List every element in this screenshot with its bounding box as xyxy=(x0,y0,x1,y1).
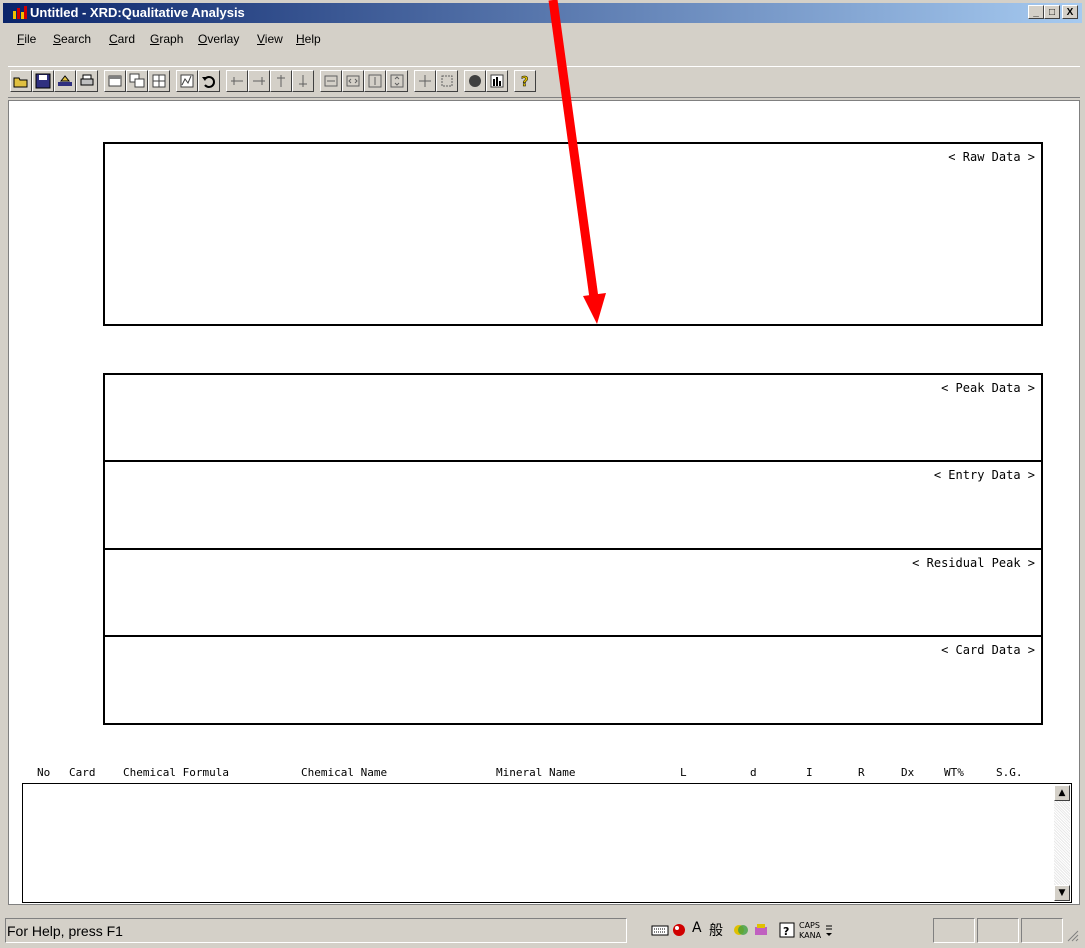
result-list[interactable]: ▲ ▼ xyxy=(22,783,1072,903)
entry-data-label: < Entry Data > xyxy=(933,468,1035,482)
card-data-panel[interactable]: < Card Data > xyxy=(103,635,1043,725)
status-pane-cap xyxy=(933,918,975,943)
tile-icon[interactable] xyxy=(148,70,170,92)
menu-view[interactable]: View xyxy=(257,32,283,46)
window-icon[interactable] xyxy=(104,70,126,92)
print-icon[interactable] xyxy=(76,70,98,92)
peak-up-icon[interactable] xyxy=(270,70,292,92)
ime-toggle-icon[interactable] xyxy=(671,922,687,938)
col-r[interactable]: R xyxy=(858,766,865,779)
shrink-x-icon[interactable] xyxy=(342,70,364,92)
menu-overlay[interactable]: Overlay xyxy=(198,32,239,46)
col-i[interactable]: I xyxy=(806,766,813,779)
col-wt[interactable]: WT% xyxy=(944,766,964,779)
vertical-scrollbar[interactable]: ▲ ▼ xyxy=(1054,785,1070,901)
kana-indicator[interactable]: KANA xyxy=(799,931,821,940)
entry-data-panel[interactable]: < Entry Data > xyxy=(103,460,1043,550)
peak-down-icon[interactable] xyxy=(292,70,314,92)
col-dx[interactable]: Dx xyxy=(901,766,914,779)
svg-text:?: ? xyxy=(783,925,789,938)
col-l[interactable]: L xyxy=(680,766,687,779)
resize-grip-icon[interactable] xyxy=(1067,930,1079,942)
open-icon[interactable] xyxy=(10,70,32,92)
status-pane-scrl xyxy=(1021,918,1063,943)
peak-data-label: < Peak Data > xyxy=(941,381,1035,395)
raw-data-panel[interactable]: < Raw Data > xyxy=(103,142,1043,326)
residual-peak-label: < Residual Peak > xyxy=(912,556,1035,570)
status-pane-num xyxy=(977,918,1019,943)
close-button[interactable]: X xyxy=(1062,5,1078,19)
circle-icon[interactable] xyxy=(464,70,486,92)
raw-data-label: < Raw Data > xyxy=(948,150,1035,164)
scroll-down-icon[interactable]: ▼ xyxy=(1054,885,1070,901)
toolbar: ? xyxy=(8,66,1080,98)
card-data-label: < Card Data > xyxy=(941,643,1035,657)
menu-bar: File Search Card Graph Overlay View Help xyxy=(3,24,1082,58)
window-title: Untitled - XRD:Qualitative Analysis xyxy=(30,5,245,20)
col-chemical-formula[interactable]: Chemical Formula xyxy=(123,766,229,779)
ime-help-icon[interactable]: ? xyxy=(779,922,795,938)
undo-icon[interactable] xyxy=(198,70,220,92)
scroll-up-icon[interactable]: ▲ xyxy=(1054,785,1070,801)
maximize-button[interactable]: □ xyxy=(1044,5,1060,19)
menu-help[interactable]: Help xyxy=(296,32,321,46)
keyboard-icon[interactable] xyxy=(651,923,669,937)
col-d[interactable]: d xyxy=(750,766,757,779)
application-window: Untitled - XRD:Qualitative Analysis _ □ … xyxy=(0,0,1085,948)
expand-x-icon[interactable] xyxy=(320,70,342,92)
help-icon[interactable]: ? xyxy=(514,70,536,92)
menu-card[interactable]: Card xyxy=(109,32,135,46)
caps-indicator[interactable]: CAPS xyxy=(799,921,820,930)
import-icon[interactable] xyxy=(54,70,76,92)
peak-right-icon[interactable] xyxy=(248,70,270,92)
ime-mode-a[interactable]: A xyxy=(692,920,702,942)
col-sg[interactable]: S.G. xyxy=(996,766,1023,779)
menu-file[interactable]: File xyxy=(17,32,36,46)
app-logo-icon xyxy=(13,6,27,19)
copy-window-icon[interactable] xyxy=(126,70,148,92)
save-icon[interactable] xyxy=(32,70,54,92)
peak-left-icon[interactable] xyxy=(226,70,248,92)
col-chemical-name[interactable]: Chemical Name xyxy=(301,766,387,779)
ime-mode-han[interactable]: 般 xyxy=(709,920,723,942)
graph-icon[interactable] xyxy=(176,70,198,92)
menu-search[interactable]: Search xyxy=(53,32,91,46)
ime-dictionary-icon[interactable] xyxy=(733,922,749,938)
move-icon[interactable] xyxy=(414,70,436,92)
minimize-button[interactable]: _ xyxy=(1028,5,1044,19)
expand-y-icon[interactable] xyxy=(364,70,386,92)
col-mineral-name[interactable]: Mineral Name xyxy=(496,766,575,779)
status-help-text: For Help, press F1 xyxy=(7,923,123,939)
title-bar[interactable]: Untitled - XRD:Qualitative Analysis _ □ … xyxy=(3,3,1082,23)
svg-text:?: ? xyxy=(521,75,529,89)
col-no[interactable]: No xyxy=(37,766,50,779)
peak-data-panel[interactable]: < Peak Data > xyxy=(103,373,1043,463)
col-card[interactable]: Card xyxy=(69,766,96,779)
ime-tool-icon[interactable] xyxy=(753,922,769,938)
fit-icon[interactable] xyxy=(436,70,458,92)
bar-graph-icon[interactable] xyxy=(486,70,508,92)
ime-options-icon[interactable] xyxy=(825,922,833,938)
residual-peak-panel[interactable]: < Residual Peak > xyxy=(103,548,1043,638)
menu-graph[interactable]: Graph xyxy=(150,32,183,46)
status-bar: For Help, press F1 A 般 ? CAPS KANA xyxy=(3,914,1082,946)
shrink-y-icon[interactable] xyxy=(386,70,408,92)
